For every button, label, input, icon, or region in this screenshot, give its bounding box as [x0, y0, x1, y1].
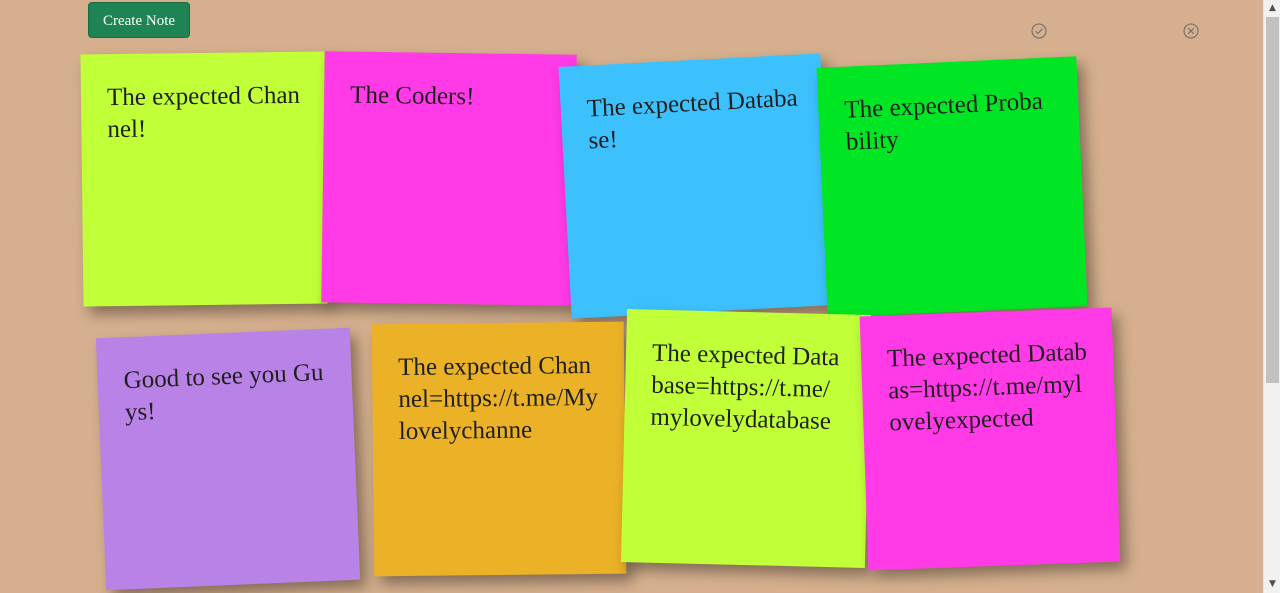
note-text: The expected Channel!	[106, 81, 301, 144]
arrow-down-icon[interactable]: ▼	[1264, 576, 1280, 593]
create-note-button[interactable]: Create Note	[88, 2, 190, 38]
close-circle-icon[interactable]	[1183, 23, 1199, 39]
arrow-up-icon[interactable]: ▲	[1264, 0, 1280, 17]
note-text: The expected Databas=https://t.me/mylove…	[886, 338, 1088, 437]
sticky-notes-board: Create Note The expected Channel! The Co…	[0, 0, 1280, 593]
note-text: The expected Database!	[586, 84, 799, 155]
sticky-note[interactable]: Good to see you Guys!	[95, 327, 361, 591]
check-circle-icon[interactable]	[1031, 23, 1047, 39]
note-text: Good to see you Guys!	[123, 358, 325, 427]
sticky-note[interactable]: The expected Database=https://t.me/mylov…	[620, 309, 872, 568]
note-text: The expected Database=https://t.me/mylov…	[650, 339, 840, 436]
note-text: The expected Channel=https://t.me/Mylove…	[398, 352, 599, 446]
note-text: The Coders!	[349, 81, 475, 111]
note-text: The expected Probability	[843, 87, 1044, 156]
sticky-note[interactable]: The expected Probability	[816, 56, 1088, 318]
vertical-scrollbar[interactable]: ▲ ▼	[1263, 0, 1280, 593]
sticky-note[interactable]: The Coders!	[321, 51, 577, 306]
sticky-note[interactable]: The expected Channel!	[80, 51, 328, 307]
sticky-note[interactable]: The expected Channel=https://t.me/Mylove…	[371, 321, 627, 577]
scrollbar-thumb[interactable]	[1266, 17, 1279, 383]
sticky-note[interactable]: The expected Databas=https://t.me/mylove…	[859, 307, 1121, 571]
sticky-note[interactable]: The expected Database!	[558, 53, 834, 319]
